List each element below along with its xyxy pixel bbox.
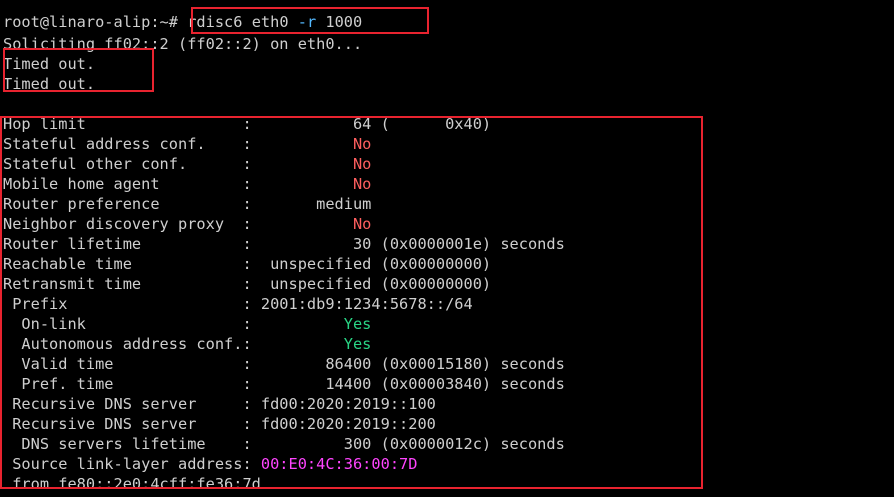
row-value: fd00:2020:2019::100 bbox=[251, 395, 436, 413]
output-row: DNS servers lifetime : 300 (0x0000012c) … bbox=[3, 434, 565, 454]
output-row: Neighbor discovery proxy : No bbox=[3, 214, 371, 234]
command-line: root@linaro-alip:~# rdisc6 eth0 -r 1000 bbox=[3, 12, 362, 32]
output-row: Recursive DNS server : fd00:2020:2019::2… bbox=[3, 414, 436, 434]
row-label: Stateful address conf. : bbox=[3, 135, 252, 153]
row-value: unspecified (0x00000000) bbox=[251, 255, 492, 273]
output-row: Source link-layer address: 00:E0:4C:36:0… bbox=[3, 454, 417, 474]
row-label: Neighbor discovery proxy : bbox=[3, 215, 252, 233]
row-label: Reachable time : bbox=[3, 255, 252, 273]
output-row: Recursive DNS server : fd00:2020:2019::1… bbox=[3, 394, 436, 414]
row-value: Yes bbox=[251, 315, 372, 333]
output-row: Mobile home agent : No bbox=[3, 174, 371, 194]
output-row: Retransmit time : unspecified (0x0000000… bbox=[3, 274, 491, 294]
row-label: Pref. time : bbox=[3, 375, 252, 393]
output-row: Pref. time : 14400 (0x00003840) seconds bbox=[3, 374, 565, 394]
command-interface: eth0 bbox=[251, 13, 289, 31]
row-label: Router preference : bbox=[3, 195, 252, 213]
row-value: 2001:db9:1234:5678::/64 bbox=[251, 295, 473, 313]
timeout-message: Timed out. bbox=[3, 55, 96, 73]
output-row: Stateful address conf. : No bbox=[3, 134, 371, 154]
row-label: Retransmit time : bbox=[3, 275, 252, 293]
shell-prompt: root@linaro-alip:~# bbox=[3, 13, 178, 31]
output-row: On-link : Yes bbox=[3, 314, 371, 334]
output-row: from fe80::2e0:4cff:fe36:7d bbox=[3, 474, 261, 494]
row-label: Autonomous address conf.: bbox=[3, 335, 252, 353]
row-label: Recursive DNS server : bbox=[3, 415, 252, 433]
terminal-window[interactable]: root@linaro-alip:~# rdisc6 eth0 -r 1000 … bbox=[0, 0, 894, 497]
row-label: Mobile home agent : bbox=[3, 175, 252, 193]
row-value: 64 ( 0x40) bbox=[251, 115, 492, 133]
command-name: rdisc6 bbox=[187, 13, 243, 31]
output-row: Hop limit : 64 ( 0x40) bbox=[3, 114, 491, 134]
row-value: No bbox=[251, 215, 372, 233]
row-label: Recursive DNS server : bbox=[3, 395, 252, 413]
row-label: Prefix : bbox=[3, 295, 252, 313]
row-label: Valid time : bbox=[3, 355, 252, 373]
soliciting-message: Soliciting ff02::2 (ff02::2) on eth0... bbox=[3, 35, 363, 53]
output-row: Stateful other conf. : No bbox=[3, 154, 371, 174]
row-label: On-link : bbox=[3, 315, 252, 333]
row-label: Router lifetime : bbox=[3, 235, 252, 253]
command-option-value: 1000 bbox=[325, 13, 363, 31]
output-row: Router lifetime : 30 (0x0000001e) second… bbox=[3, 234, 565, 254]
row-value: medium bbox=[251, 195, 372, 213]
row-label: Source link-layer address: bbox=[3, 455, 252, 473]
row-value: 86400 (0x00015180) seconds bbox=[251, 355, 565, 373]
row-label: Stateful other conf. : bbox=[3, 155, 252, 173]
row-value: 00:E0:4C:36:00:7D bbox=[251, 455, 418, 473]
row-value: 30 (0x0000001e) seconds bbox=[251, 235, 565, 253]
row-label: DNS servers lifetime : bbox=[3, 435, 252, 453]
output-row: Reachable time : unspecified (0x00000000… bbox=[3, 254, 491, 274]
row-value: No bbox=[251, 155, 372, 173]
output-row: Valid time : 86400 (0x00015180) seconds bbox=[3, 354, 565, 374]
output-row: Autonomous address conf.: Yes bbox=[3, 334, 371, 354]
command-option: -r bbox=[297, 13, 317, 31]
row-value: 14400 (0x00003840) seconds bbox=[251, 375, 565, 393]
row-value: fd00:2020:2019::200 bbox=[251, 415, 436, 433]
row-value: 300 (0x0000012c) seconds bbox=[251, 435, 565, 453]
row-value: No bbox=[251, 135, 372, 153]
output-row: Prefix : 2001:db9:1234:5678::/64 bbox=[3, 294, 473, 314]
output-row: Router preference : medium bbox=[3, 194, 371, 214]
row-value: unspecified (0x00000000) bbox=[251, 275, 492, 293]
row-value: Yes bbox=[251, 335, 372, 353]
row-label: Hop limit : bbox=[3, 115, 252, 133]
timeout-message: Timed out. bbox=[3, 75, 96, 93]
row-value: No bbox=[251, 175, 372, 193]
row-label: from fe80::2e0:4cff:fe36:7d bbox=[3, 475, 261, 493]
